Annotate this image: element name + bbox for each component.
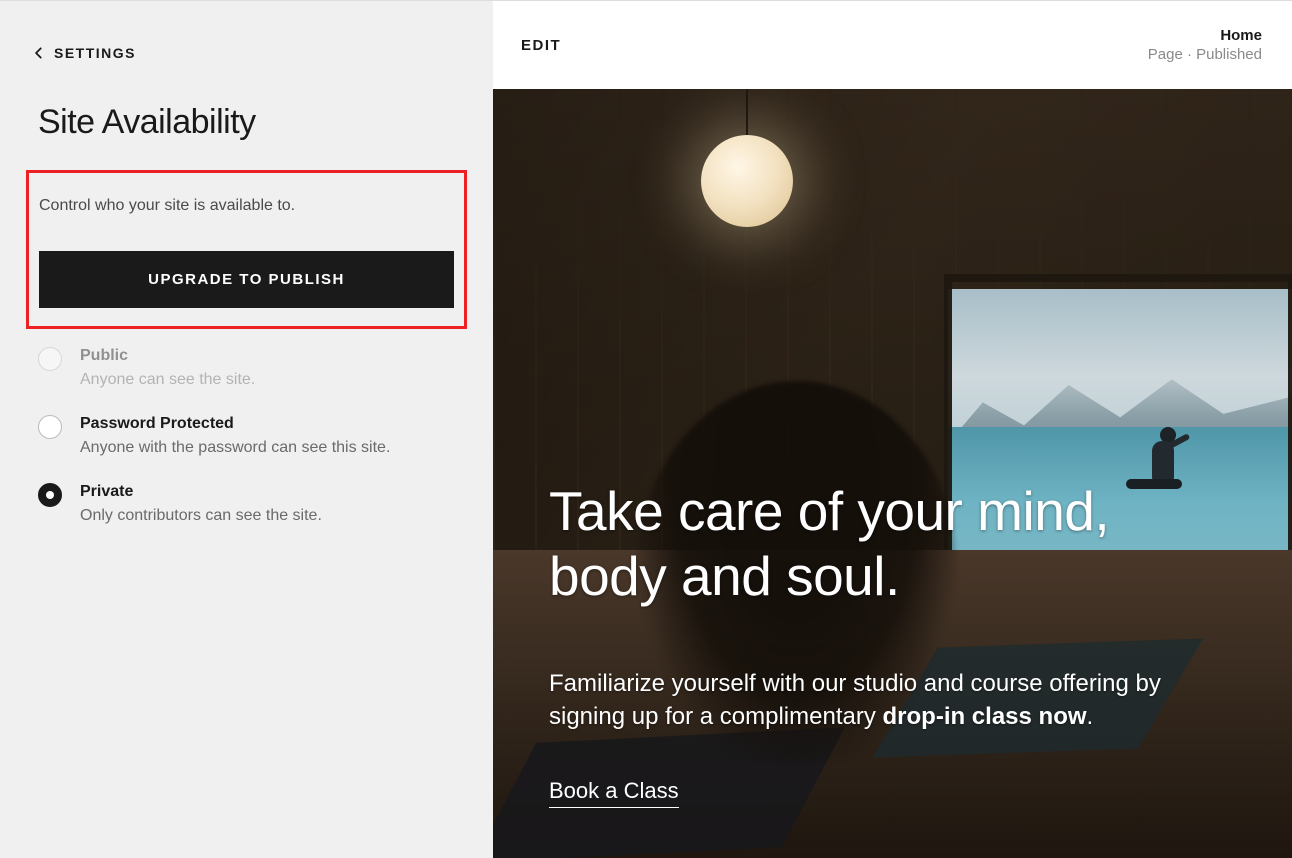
hero-title: Take care of your mind, body and soul. [549, 479, 1236, 609]
page-status: Page · Published [1148, 46, 1262, 63]
radio-private[interactable] [38, 483, 62, 507]
hero-content: Take care of your mind, body and soul. F… [549, 479, 1236, 808]
option-label: Public [80, 347, 255, 365]
option-label: Private [80, 483, 322, 501]
option-desc: Only contributors can see the site. [80, 507, 322, 525]
upgrade-to-publish-button[interactable]: UPGRADE TO PUBLISH [39, 251, 454, 308]
option-label: Password Protected [80, 415, 390, 433]
settings-sidebar: SETTINGS Site Availability Control who y… [0, 1, 493, 857]
radio-password-protected[interactable] [38, 415, 62, 439]
chevron-left-icon [32, 46, 46, 60]
option-desc: Anyone with the password can see this si… [80, 439, 390, 457]
option-desc: Anyone can see the site. [80, 371, 255, 389]
edit-button[interactable]: EDIT [521, 37, 561, 54]
book-class-link[interactable]: Book a Class [549, 778, 679, 808]
panel-title: Site Availability [38, 103, 493, 142]
hero-section: Take care of your mind, body and soul. F… [493, 89, 1292, 858]
preview-header: EDIT Home Page · Published [493, 1, 1292, 89]
site-preview: EDIT Home Page · Published [493, 1, 1292, 857]
pendant-lamp [701, 135, 793, 227]
option-private[interactable]: Private Only contributors can see the si… [38, 483, 493, 525]
page-info: Home Page · Published [1148, 27, 1262, 63]
page-name: Home [1148, 27, 1262, 44]
back-label: SETTINGS [54, 45, 136, 61]
panel-subtitle: Control who your site is available to. [39, 197, 454, 215]
back-to-settings[interactable]: SETTINGS [0, 1, 493, 61]
hero-description: Familiarize yourself with our studio and… [549, 667, 1189, 734]
option-public[interactable]: Public Anyone can see the site. [38, 347, 493, 389]
radio-public[interactable] [38, 347, 62, 371]
option-password-protected[interactable]: Password Protected Anyone with the passw… [38, 415, 493, 457]
availability-options: Public Anyone can see the site. Password… [38, 347, 493, 525]
upgrade-highlight: Control who your site is available to. U… [26, 170, 467, 329]
